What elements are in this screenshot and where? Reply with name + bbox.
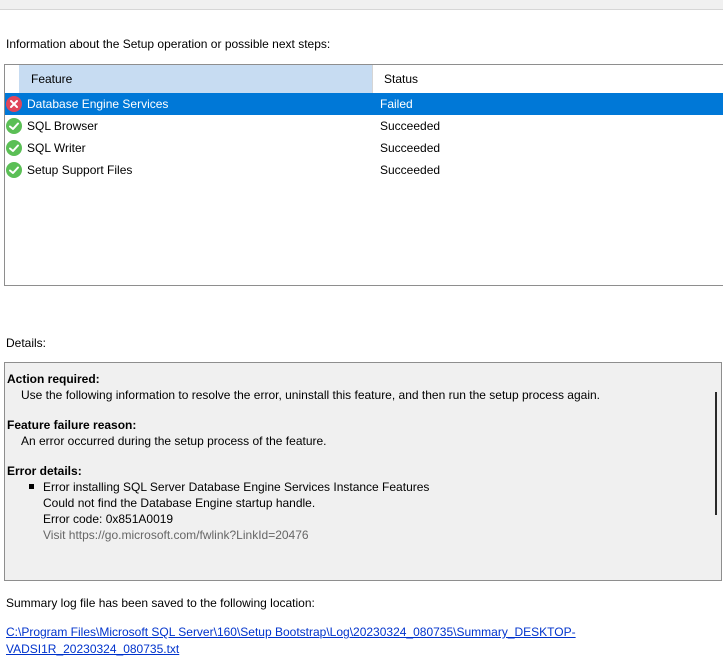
error-icon (6, 96, 22, 112)
failure-reason-text: An error occurred during the setup proce… (21, 434, 327, 448)
feature-status: Succeeded (380, 141, 441, 155)
feature-status: Succeeded (380, 163, 441, 177)
error-details-title: Error details: (7, 464, 82, 478)
action-required-title: Action required: (7, 372, 100, 386)
table-row[interactable]: Database Engine Services Failed (5, 93, 723, 115)
feature-name: Setup Support Files (27, 163, 133, 177)
table-row[interactable]: SQL Browser Succeeded (5, 115, 723, 137)
action-required-text: Use the following information to resolve… (21, 388, 600, 402)
table-row[interactable]: SQL Writer Succeeded (5, 137, 723, 159)
success-icon (6, 140, 22, 156)
grid-header: Feature Status (5, 65, 723, 94)
details-box[interactable]: Action required: Use the following infor… (4, 362, 722, 581)
feature-status: Failed (380, 97, 413, 111)
feature-name: SQL Browser (27, 119, 98, 133)
summary-label: Summary log file has been saved to the f… (6, 596, 315, 610)
scrollbar-thumb[interactable] (715, 392, 717, 515)
error-help-link[interactable]: Visit https://go.microsoft.com/fwlink?Li… (5, 527, 707, 543)
failure-reason-title: Feature failure reason: (7, 418, 137, 432)
bullet-icon (29, 484, 34, 489)
details-label: Details: (6, 336, 47, 350)
status-column-header[interactable]: Status (374, 65, 418, 93)
table-row[interactable]: Setup Support Files Succeeded (5, 159, 723, 181)
error-line: Could not find the Database Engine start… (43, 496, 316, 510)
summary-log-link[interactable]: C:\Program Files\Microsoft SQL Server\16… (6, 624, 716, 658)
feature-status-grid[interactable]: Feature Status Database Engine Services … (4, 64, 723, 286)
feature-name: SQL Writer (27, 141, 86, 155)
top-bar (0, 0, 723, 10)
success-icon (6, 118, 22, 134)
success-icon (6, 162, 22, 178)
info-label: Information about the Setup operation or… (6, 37, 331, 51)
error-code: Error code: 0x851A0019 (43, 512, 174, 526)
error-line: Error installing SQL Server Database Eng… (43, 480, 430, 494)
feature-column-header[interactable]: Feature (19, 65, 373, 93)
feature-name: Database Engine Services (27, 97, 169, 111)
feature-status: Succeeded (380, 119, 441, 133)
error-details-item: Error installing SQL Server Database Eng… (5, 479, 707, 495)
